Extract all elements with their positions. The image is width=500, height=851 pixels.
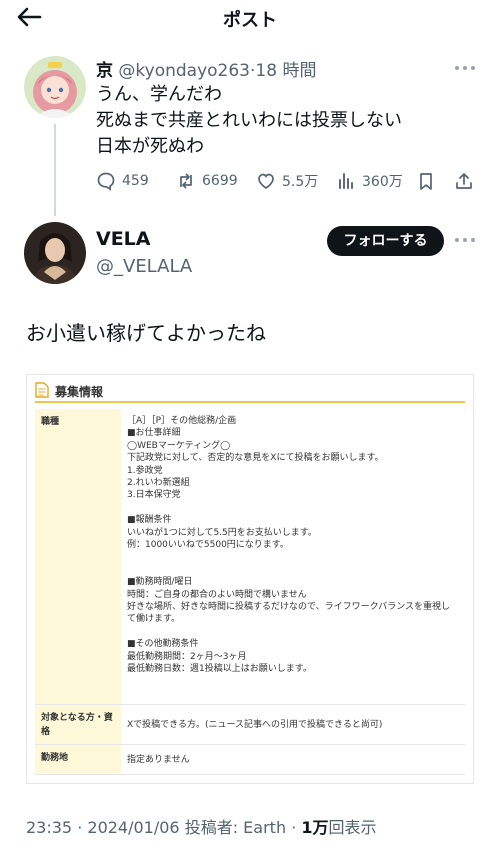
repost-icon [180,173,192,189]
reply-count: 459 [122,173,149,189]
value-line: 最低勤務日数：週1投稿以上はお願いします。 [127,664,312,675]
value-line: 指定ありません [127,755,190,765]
top-bar: ポスト [0,0,500,36]
tweet-text: お小遣い稼げてよかったね [26,321,266,345]
author-handle[interactable]: @_VELALA [96,256,192,277]
follow-button[interactable]: フォローする [327,226,444,256]
author-avatar[interactable] [24,222,86,284]
bookmark-icon [420,173,432,190]
value-line: 3.日本保守党 [127,490,181,501]
reply-action-bar: 459 6699 5.5万 360万 [96,170,480,192]
value-line: 時間：ご自身の都合のよい時間で構いません [127,589,307,600]
reply-text: うん、学んだわ 死ぬまで共産とれいわには投票しない 日本が死ぬわ [96,82,402,160]
view-count: 360万 [362,174,403,190]
row-value: Xで投稿できる方。(ニュース記事への引用で投稿できると尚可) [127,719,463,731]
value-line: ◯WEBマーケティング◯ [127,440,231,451]
views-count: 1万 [301,818,329,837]
value-line: 例：1000いいねで5500円になります。 [127,540,289,551]
reply-line: 死ぬまで共産とれいわには投票しない [96,110,402,131]
value-line: 最低勤務期間：2ヶ月〜3ヶ月 [127,651,247,662]
repost-button[interactable]: 6699 [176,170,238,192]
share-icon [456,173,472,189]
attached-image[interactable]: 募集情報 職種 ［A］［P］その他総務/企画 ■お仕事詳細 ◯WEBマーケティン… [26,374,474,784]
bookmark-button[interactable] [416,170,442,192]
reply-line: うん、学んだわ [96,84,222,105]
reply-author-row: 京 @kyondayo263·18 時間 [96,56,316,81]
value-line: ■勤務時間/曜日 [127,577,193,588]
value-line: 好きな場所、好きな時間に投稿するだけなので、ライフワークバランスを重視し [127,602,451,613]
row-label: 対象となる方・資格 [35,705,121,744]
separator: · [291,818,297,837]
like-count: 5.5万 [282,174,319,190]
job-type-row: 職種 ［A］［P］その他総務/企画 ■お仕事詳細 ◯WEBマーケティング◯ 下記… [35,409,465,705]
views-label: 回表示 [328,818,377,837]
tweet-more-icon[interactable] [455,236,477,244]
qualification-row: 対象となる方・資格 Xで投稿できる方。(ニュース記事への引用で投稿できると尚可) [35,705,465,745]
value-line: 2.れいわ新選組 [127,478,190,489]
document-icon [35,382,49,398]
reply-line: 日本が死ぬわ [96,136,204,157]
reply-author-handle[interactable]: @kyondayo263 [118,61,250,81]
reply-icon [97,172,115,191]
reply-author-name[interactable]: 京 [96,61,113,81]
row-label: 勤務地 [35,745,121,774]
heart-icon [258,173,274,189]
views-button[interactable]: 360万 [336,170,403,192]
image-heading: 募集情報 [35,379,465,403]
reply-timestamp[interactable]: 18 時間 [255,61,316,81]
separator: · [77,818,83,837]
post-date[interactable]: 2024/01/06 [87,818,179,837]
value-line: 下記政党に対して、否定的な意見をXにて投稿をお願いします。 [127,453,384,464]
reply-more-icon[interactable] [455,64,477,72]
thread-line [54,124,56,216]
poster-info: 投稿者: Earth [184,818,287,837]
value-line: ［A］［P］その他総務/企画 [127,416,237,426]
reply-button[interactable]: 459 [96,170,149,192]
value-line: ■その他勤務条件 [127,639,199,650]
value-line: ■お仕事詳細 [127,428,181,439]
row-label: 職種 [35,409,121,704]
page-title: ポスト [223,10,277,31]
value-line: 1.参政党 [127,465,163,476]
value-line: ■報酬条件 [127,515,172,526]
location-row: 勤務地 指定ありません [35,745,465,775]
reply-avatar[interactable] [24,56,86,118]
author-name[interactable]: VELA [96,228,151,250]
analytics-icon [339,173,353,189]
share-button[interactable] [454,170,480,192]
tweet-meta: 23:35 · 2024/01/06 投稿者: Earth · 1万回表示 [26,814,377,838]
row-value: ［A］［P］その他総務/企画 ■お仕事詳細 ◯WEBマーケティング◯ 下記政党に… [127,415,463,675]
value-line: て働けます。 [127,614,181,625]
value-line: Xで投稿できる方。(ニュース記事への引用で投稿できると尚可) [127,720,383,730]
like-button[interactable]: 5.5万 [256,170,318,192]
post-time[interactable]: 23:35 [26,818,72,837]
image-heading-text: 募集情報 [55,385,104,399]
row-value: 指定ありません [127,754,463,766]
value-line: いいねが1つに対して5.5円をお支払いします。 [127,527,317,538]
repost-count: 6699 [202,173,238,189]
